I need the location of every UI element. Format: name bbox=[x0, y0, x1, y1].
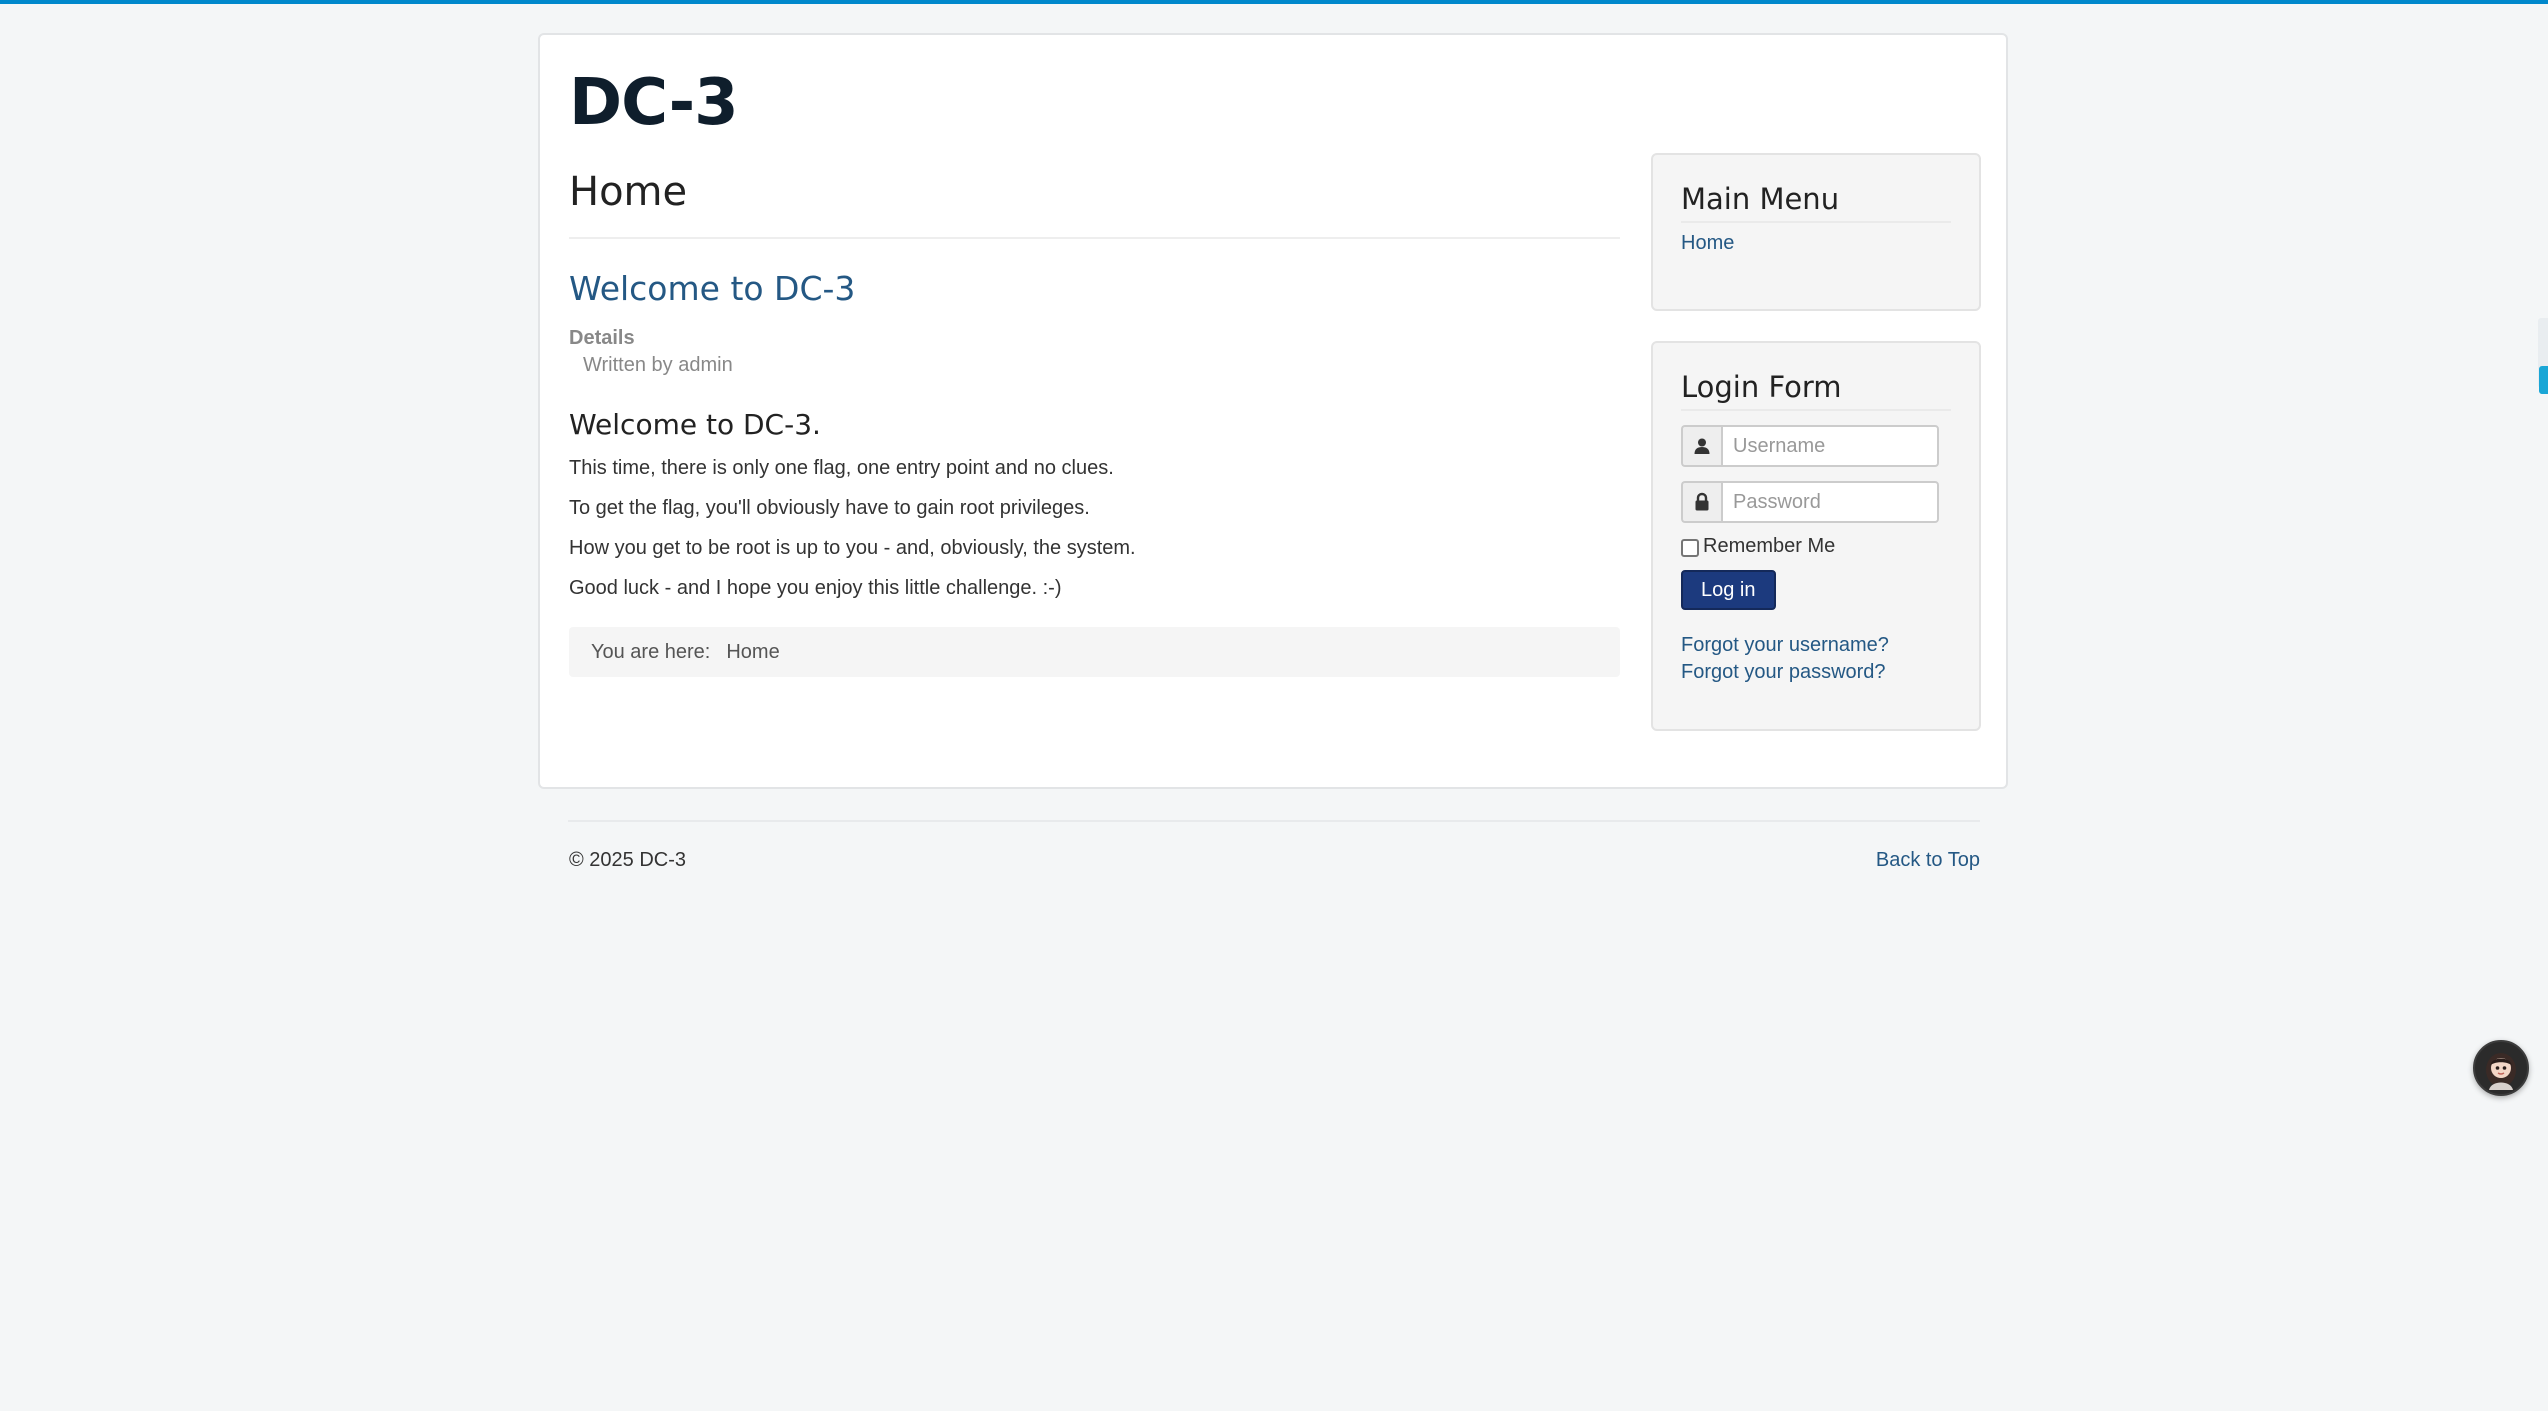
remember-me-label[interactable]: Remember Me bbox=[1703, 535, 1835, 558]
breadcrumb: You are here: Home bbox=[569, 627, 1620, 677]
article-title-link[interactable]: Welcome to DC-3 bbox=[569, 269, 855, 308]
forgot-password-link[interactable]: Forgot your password? bbox=[1681, 659, 1951, 686]
top-accent-bar bbox=[0, 0, 2548, 4]
lock-icon bbox=[1681, 481, 1721, 523]
side-scroll-thumb[interactable] bbox=[2539, 366, 2548, 394]
footer-copyright: © 2025 DC-3 bbox=[569, 849, 687, 871]
forgot-links: Forgot your username? Forgot your passwo… bbox=[1681, 632, 1951, 686]
article-paragraph: This time, there is only one flag, one e… bbox=[569, 457, 1114, 479]
article-paragraph: Good luck - and I hope you enjoy this li… bbox=[569, 577, 1062, 599]
breadcrumb-label: You are here: bbox=[591, 640, 711, 663]
avatar-icon bbox=[2486, 1053, 2516, 1090]
login-form-title: Login Form bbox=[1681, 369, 1951, 411]
main-menu-module: Main Menu Home bbox=[1651, 153, 1981, 311]
remember-me-row: Remember Me bbox=[1681, 535, 1951, 558]
main-content: Home Welcome to DC-3 Details Written by … bbox=[569, 165, 1620, 677]
username-input[interactable] bbox=[1721, 425, 1939, 467]
footer-divider bbox=[568, 820, 1980, 822]
breadcrumb-current: Home bbox=[726, 640, 780, 663]
page-body: DC-3 Home Welcome to DC-3 Details Writte… bbox=[538, 33, 2008, 789]
article-subheading: Welcome to DC-3. bbox=[569, 408, 821, 441]
login-button[interactable]: Log in bbox=[1681, 570, 1776, 610]
site-title[interactable]: DC-3 bbox=[569, 63, 739, 143]
article-paragraph: To get the flag, you'll obviously have t… bbox=[569, 497, 1090, 519]
article-author: Written by admin bbox=[583, 354, 733, 376]
article-title: Welcome to DC-3 bbox=[569, 267, 1620, 311]
assistant-avatar-button[interactable] bbox=[2473, 1040, 2529, 1096]
page-heading: Home bbox=[569, 165, 1620, 239]
article-paragraph: How you get to be root is up to you - an… bbox=[569, 537, 1136, 559]
main-menu-title: Main Menu bbox=[1681, 181, 1951, 223]
user-icon bbox=[1681, 425, 1721, 467]
sidebar: Main Menu Home Login Form Username Remem… bbox=[1651, 153, 1981, 731]
forgot-username-link[interactable]: Forgot your username? bbox=[1681, 632, 1951, 659]
menu-item-home[interactable]: Home bbox=[1681, 229, 1951, 257]
back-to-top-link[interactable]: Back to Top bbox=[1876, 846, 1980, 874]
username-row bbox=[1681, 425, 1951, 467]
password-row bbox=[1681, 481, 1951, 523]
article-details-label: Details bbox=[569, 327, 635, 349]
login-form-module: Login Form Username Remember Me Log in F… bbox=[1651, 341, 1981, 731]
remember-me-checkbox[interactable] bbox=[1681, 538, 1699, 557]
password-input[interactable] bbox=[1721, 481, 1939, 523]
